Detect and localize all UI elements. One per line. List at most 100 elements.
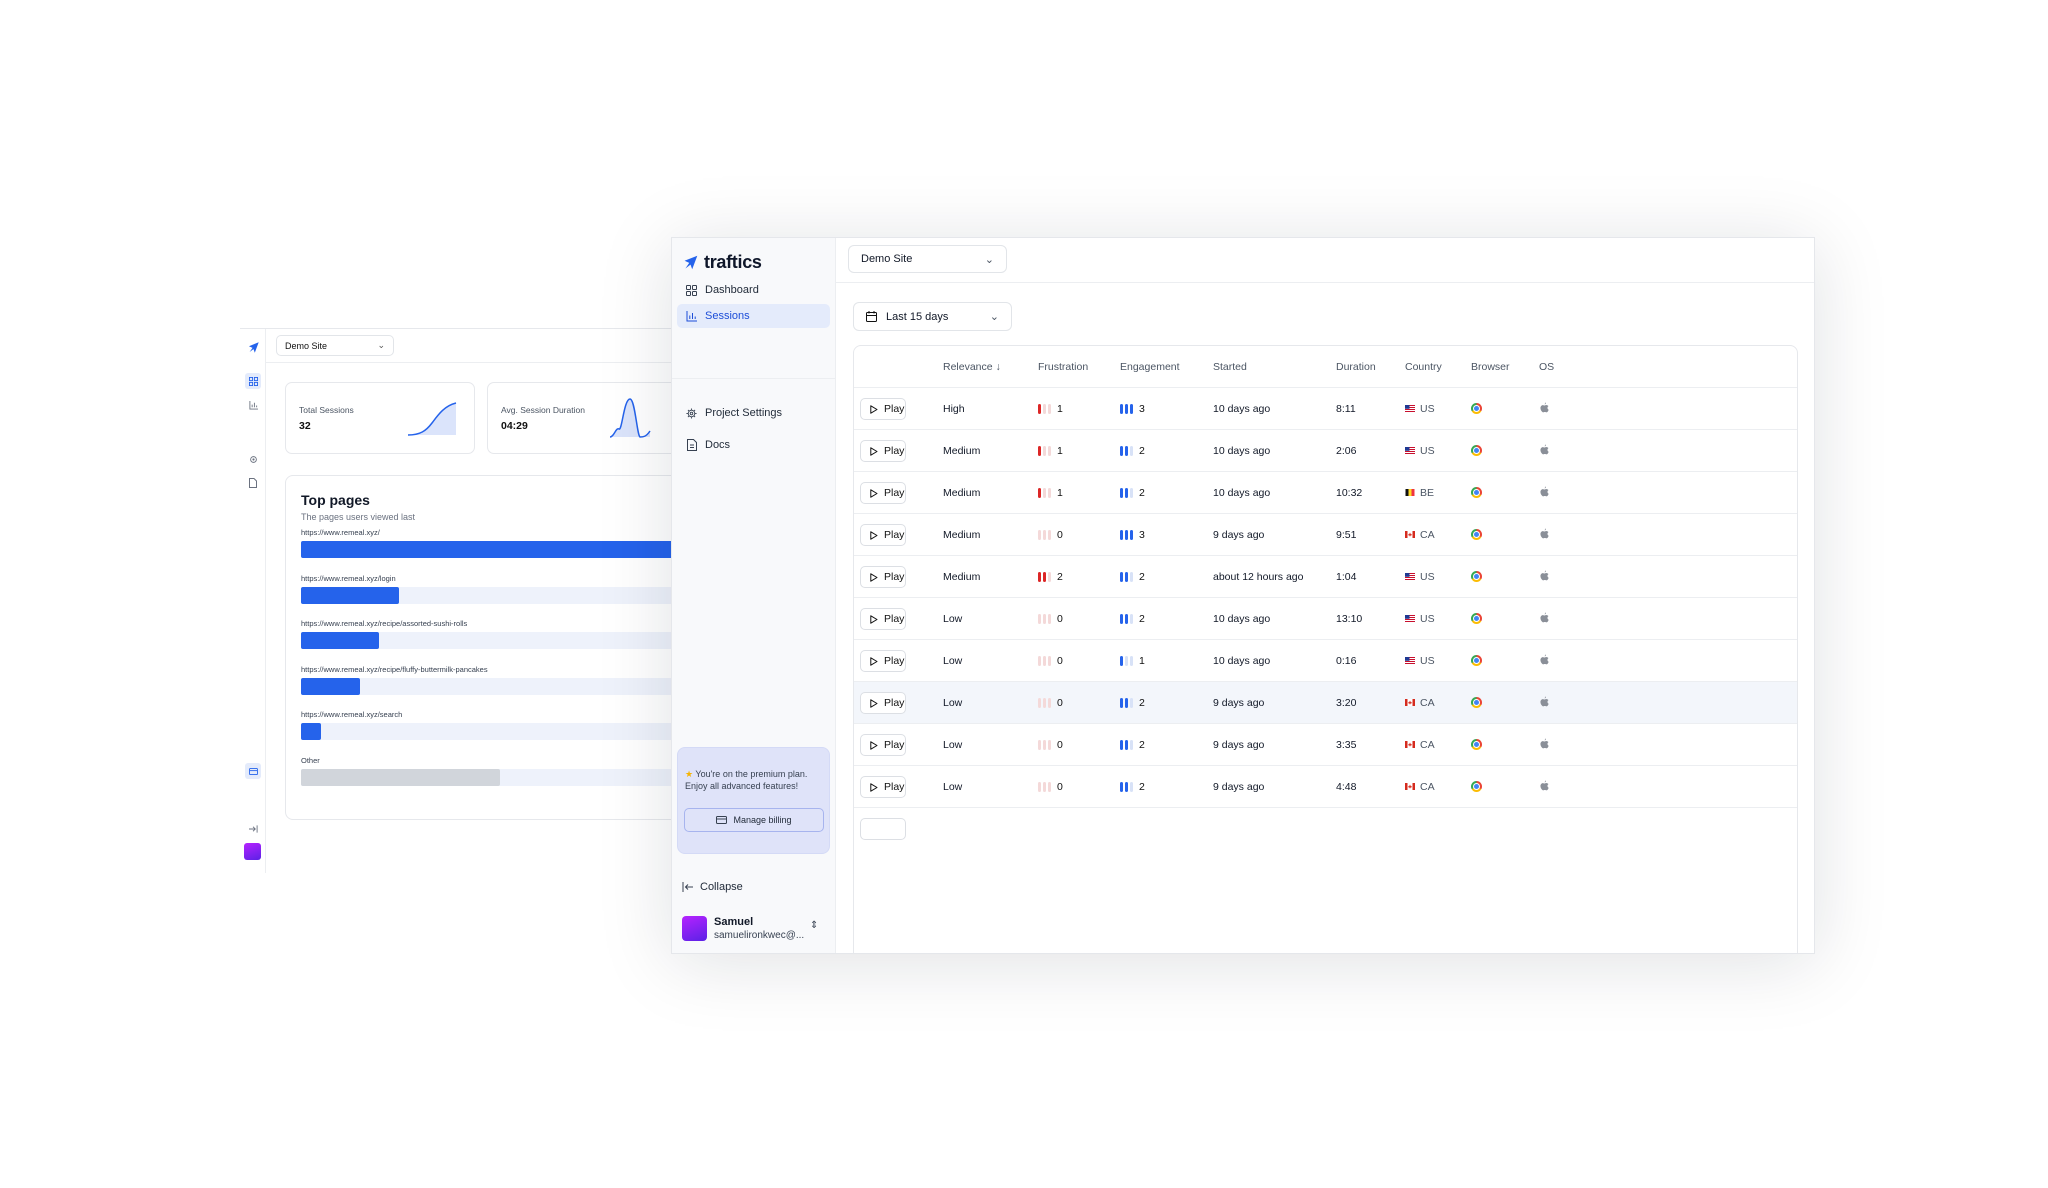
be-flag-icon (1405, 488, 1415, 496)
sidebar: traftics Dashboard Sessions Project Sett… (672, 238, 836, 953)
column-started: Started (1213, 361, 1247, 373)
play-button[interactable]: Play (860, 608, 906, 630)
country-value: US (1405, 445, 1435, 457)
frustration-bars: 0 (1038, 529, 1063, 541)
site-select[interactable]: Demo Site ⌄ (848, 245, 1007, 273)
rail-docs-icon[interactable] (245, 475, 261, 491)
manage-billing-label: Manage billing (733, 815, 792, 825)
top-page-url: Other (301, 755, 320, 765)
play-button[interactable]: Play (860, 566, 906, 588)
engagement-value: 2 (1139, 445, 1145, 457)
us-flag-icon (1405, 404, 1415, 412)
ca-flag-icon (1405, 698, 1415, 706)
chrome-icon (1471, 739, 1482, 750)
play-button[interactable]: Play (860, 692, 906, 714)
play-button[interactable]: Play (860, 482, 906, 504)
user-menu[interactable]: Samuel samuelironkwec@... ⇕ (682, 914, 832, 944)
frustration-value: 0 (1057, 529, 1063, 541)
top-page-item[interactable]: https://www.remeal.xyz/recipe/assorted-s… (301, 619, 676, 649)
rail-billing-icon[interactable] (245, 763, 261, 779)
table-row[interactable]: Play Medium 1 2 10 days ago 10:32 BE (854, 472, 1797, 514)
duration-value: 4:48 (1336, 781, 1357, 793)
frustration-bars: 0 (1038, 781, 1063, 793)
rail-dashboard-icon[interactable] (245, 373, 261, 389)
chrome-icon (1471, 655, 1482, 666)
sidebar-item-project-settings[interactable]: Project Settings (677, 401, 830, 425)
table-row[interactable]: Play Low 0 2 10 days ago 13:10 US (854, 598, 1797, 640)
play-button[interactable]: Play (860, 650, 906, 672)
country-code: CA (1420, 739, 1435, 751)
started-value: about 12 hours ago (1213, 571, 1304, 583)
top-pages-subtitle: The pages users viewed last (301, 512, 416, 522)
frustration-value: 0 (1057, 781, 1063, 793)
frustration-value: 0 (1057, 697, 1063, 709)
top-page-url: https://www.remeal.xyz/ (301, 528, 380, 537)
sessions-main: Demo Site ⌄ Last 15 days ⌄ Relevance ↓ F… (836, 238, 1814, 953)
logo[interactable]: traftics (682, 252, 762, 273)
play-icon (870, 572, 878, 582)
duration-value: 13:10 (1336, 613, 1363, 625)
play-button[interactable]: Play (860, 734, 906, 756)
top-page-item[interactable]: https://www.remeal.xyz/login (301, 574, 676, 604)
user-name: Samuel (714, 916, 754, 928)
table-row[interactable]: Play Medium 1 2 10 days ago 2:06 US (854, 430, 1797, 472)
engagement-bars: 3 (1120, 529, 1145, 541)
collapse-button[interactable]: Collapse (682, 881, 743, 893)
sidebar-item-dashboard[interactable]: Dashboard (677, 278, 830, 302)
ca-flag-icon (1405, 740, 1415, 748)
top-page-item[interactable]: https://www.remeal.xyz/search (301, 710, 676, 740)
main-header-divider (836, 282, 1814, 283)
sidebar-item-docs[interactable]: Docs (677, 433, 830, 457)
top-page-item[interactable]: https://www.remeal.xyz/ (301, 528, 676, 558)
sidebar-item-sessions[interactable]: Sessions (677, 304, 830, 328)
sessions-table: Relevance ↓ Frustration Engagement Start… (853, 345, 1798, 953)
table-row[interactable]: Play Low 0 1 10 days ago 0:16 US (854, 640, 1797, 682)
frustration-value: 0 (1057, 739, 1063, 751)
column-relevance[interactable]: Relevance ↓ (943, 361, 1001, 373)
manage-billing-button[interactable]: Manage billing (684, 808, 824, 832)
rail-settings-icon[interactable] (245, 451, 261, 467)
started-value: 10 days ago (1213, 403, 1271, 415)
top-page-bar-track (301, 768, 676, 786)
table-row[interactable]: Play Medium 2 2 about 12 hours ago 1:04 US (854, 556, 1797, 598)
table-row[interactable]: Play Low 0 2 9 days ago 3:35 CA (854, 724, 1797, 766)
avg-duration-value: 04:29 (501, 420, 528, 432)
date-range-select[interactable]: Last 15 days ⌄ (853, 302, 1012, 331)
play-button[interactable]: Play (860, 398, 906, 420)
play-icon (870, 740, 878, 750)
duration-value: 2:06 (1336, 445, 1357, 457)
rail-avatar[interactable] (244, 843, 261, 860)
frustration-bars: 1 (1038, 445, 1063, 457)
frustration-value: 0 (1057, 613, 1063, 625)
dashboard-site-select[interactable]: Demo Site ⌄ (276, 335, 394, 356)
play-button[interactable]: Play (860, 440, 906, 462)
table-row[interactable]: Play Medium 0 3 9 days ago 9:51 CA (854, 514, 1797, 556)
play-button[interactable]: Play (860, 524, 906, 546)
table-row[interactable]: Play Low 0 2 9 days ago 3:20 CA (854, 682, 1797, 724)
frustration-bars: 0 (1038, 697, 1063, 709)
country-code: US (1420, 403, 1435, 415)
total-sessions-card: Total Sessions 32 (285, 382, 475, 454)
play-button[interactable]: Play (860, 776, 906, 798)
column-relevance-label: Relevance (943, 361, 993, 373)
traftics-logo-icon[interactable] (245, 339, 261, 355)
top-page-item[interactable]: https://www.remeal.xyz/recipe/fluffy-but… (301, 665, 676, 695)
table-row[interactable]: Play High 1 3 10 days ago 8:11 US (854, 388, 1797, 430)
column-engagement: Engagement (1120, 361, 1180, 373)
country-value: BE (1405, 487, 1434, 499)
total-sessions-label: Total Sessions (299, 405, 354, 415)
relevance-value: Medium (943, 529, 981, 541)
rail-expand-icon[interactable] (245, 821, 261, 837)
relevance-value: Low (943, 655, 963, 667)
sidebar-item-label: Sessions (705, 310, 750, 322)
table-row[interactable]: Play Low 0 2 9 days ago 4:48 CA (854, 766, 1797, 808)
dashboard-rail (240, 329, 266, 873)
rail-sessions-icon[interactable] (245, 397, 261, 413)
relevance-value: Low (943, 697, 963, 709)
chevron-up-down-icon: ⇕ (810, 920, 819, 931)
play-label: Play (884, 613, 905, 625)
top-page-item[interactable]: Other (301, 756, 676, 786)
engagement-bars: 2 (1120, 445, 1145, 457)
sidebar-divider (672, 378, 835, 379)
play-button[interactable] (860, 818, 906, 840)
